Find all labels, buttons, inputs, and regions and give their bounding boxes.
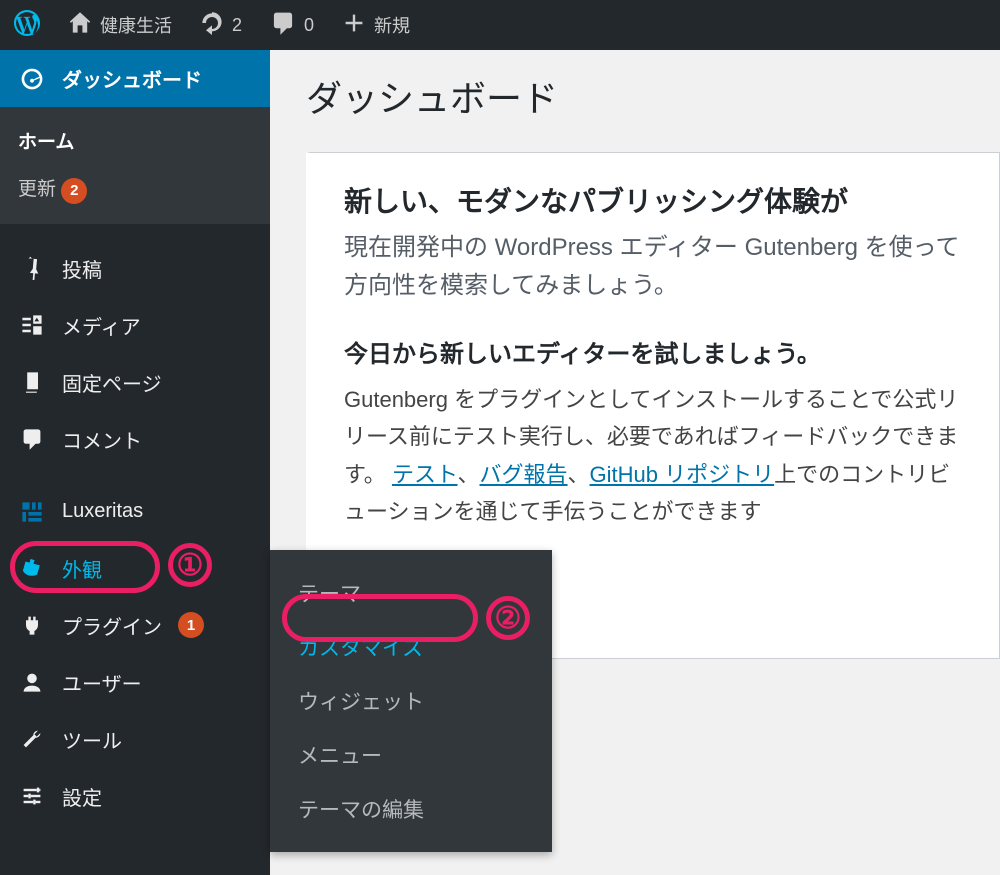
wordpress-icon: [14, 10, 40, 41]
users-icon: [18, 668, 46, 696]
settings-icon: [18, 782, 46, 810]
flyout-editor[interactable]: テーマの編集: [270, 782, 552, 836]
menu-pages[interactable]: 固定ページ: [0, 354, 270, 411]
submenu-home[interactable]: ホーム: [0, 117, 270, 164]
plus-icon: [342, 11, 366, 40]
comment-icon: [270, 10, 296, 41]
menu-luxeritas[interactable]: Luxeritas: [0, 484, 270, 540]
separator-text: 、: [458, 462, 480, 487]
comments-count: 0: [304, 15, 314, 36]
appearance-flyout: テーマ カスタマイズ ウィジェット メニュー テーマの編集: [270, 550, 552, 852]
luxeritas-icon: [18, 498, 46, 526]
flyout-customize[interactable]: カスタマイズ: [270, 620, 552, 674]
menu-appearance-label: 外観: [62, 554, 102, 583]
menu-media[interactable]: メディア: [0, 297, 270, 354]
page-title: ダッシュボード: [306, 70, 1000, 122]
notice-paragraph: Gutenberg をプラグインとしてインストールすることで公式リリース前にテス…: [344, 381, 965, 531]
comments-link[interactable]: 0: [256, 0, 328, 50]
media-icon: [18, 311, 46, 339]
pages-icon: [18, 368, 46, 396]
flyout-menus[interactable]: メニュー: [270, 728, 552, 782]
main-container: ダッシュボード ホーム 更新 2 投稿 メディア 固定ページ: [0, 50, 1000, 875]
menu-tools-label: ツール: [62, 725, 122, 754]
menu-settings[interactable]: 設定: [0, 768, 270, 825]
dashboard-icon: [18, 65, 46, 93]
menu-pages-label: 固定ページ: [62, 368, 162, 397]
dashboard-submenu: ホーム 更新 2: [0, 107, 270, 224]
plugins-badge: 1: [178, 612, 204, 638]
menu-media-label: メディア: [62, 311, 141, 340]
appearance-icon: [18, 554, 46, 582]
link-github[interactable]: GitHub リポジトリ: [590, 462, 775, 487]
menu-appearance[interactable]: 外観: [0, 540, 270, 597]
updates-link[interactable]: 2: [186, 0, 256, 50]
flyout-themes[interactable]: テーマ: [270, 566, 552, 620]
pin-icon: [18, 254, 46, 282]
menu-posts-label: 投稿: [62, 254, 102, 283]
submenu-updates[interactable]: 更新 2: [0, 164, 270, 214]
menu-separator: [0, 468, 270, 484]
flyout-widgets[interactable]: ウィジェット: [270, 674, 552, 728]
wp-logo[interactable]: [0, 0, 54, 50]
menu-dashboard-label: ダッシュボード: [62, 64, 202, 93]
notice-subheading: 今日から新しいエディターを試しましょう。: [344, 334, 965, 369]
link-test[interactable]: テスト: [392, 462, 458, 487]
menu-comments-label: コメント: [62, 425, 142, 454]
menu-comments[interactable]: コメント: [0, 411, 270, 468]
comments-icon: [18, 425, 46, 453]
site-link[interactable]: 健康生活: [54, 0, 186, 50]
menu-users-label: ユーザー: [62, 668, 142, 697]
link-bug[interactable]: バグ報告: [480, 462, 568, 487]
home-icon: [68, 11, 92, 40]
tools-icon: [18, 725, 46, 753]
menu-settings-label: 設定: [62, 782, 102, 811]
notice-lead: 現在開発中の WordPress エディター Gutenberg を使って方向性…: [344, 229, 965, 306]
updates-count: 2: [232, 15, 242, 36]
submenu-updates-label: 更新: [18, 179, 56, 200]
menu-posts[interactable]: 投稿: [0, 240, 270, 297]
new-label: 新規: [374, 12, 410, 38]
menu-users[interactable]: ユーザー: [0, 654, 270, 711]
separator-text: 、: [568, 462, 590, 487]
new-content-link[interactable]: 新規: [328, 0, 424, 50]
site-name: 健康生活: [100, 12, 172, 38]
menu-separator: [0, 224, 270, 240]
update-icon: [200, 11, 224, 40]
menu-dashboard[interactable]: ダッシュボード: [0, 50, 270, 107]
menu-luxeritas-label: Luxeritas: [62, 500, 143, 523]
admin-sidebar: ダッシュボード ホーム 更新 2 投稿 メディア 固定ページ: [0, 50, 270, 875]
admin-toolbar: 健康生活 2 0 新規: [0, 0, 1000, 50]
updates-badge: 2: [61, 178, 87, 204]
menu-plugins-label: プラグイン: [62, 611, 162, 640]
menu-tools[interactable]: ツール: [0, 711, 270, 768]
plugins-icon: [18, 611, 46, 639]
menu-plugins[interactable]: プラグイン 1: [0, 597, 270, 654]
notice-heading: 新しい、モダンなパブリッシング体験が: [344, 181, 965, 223]
